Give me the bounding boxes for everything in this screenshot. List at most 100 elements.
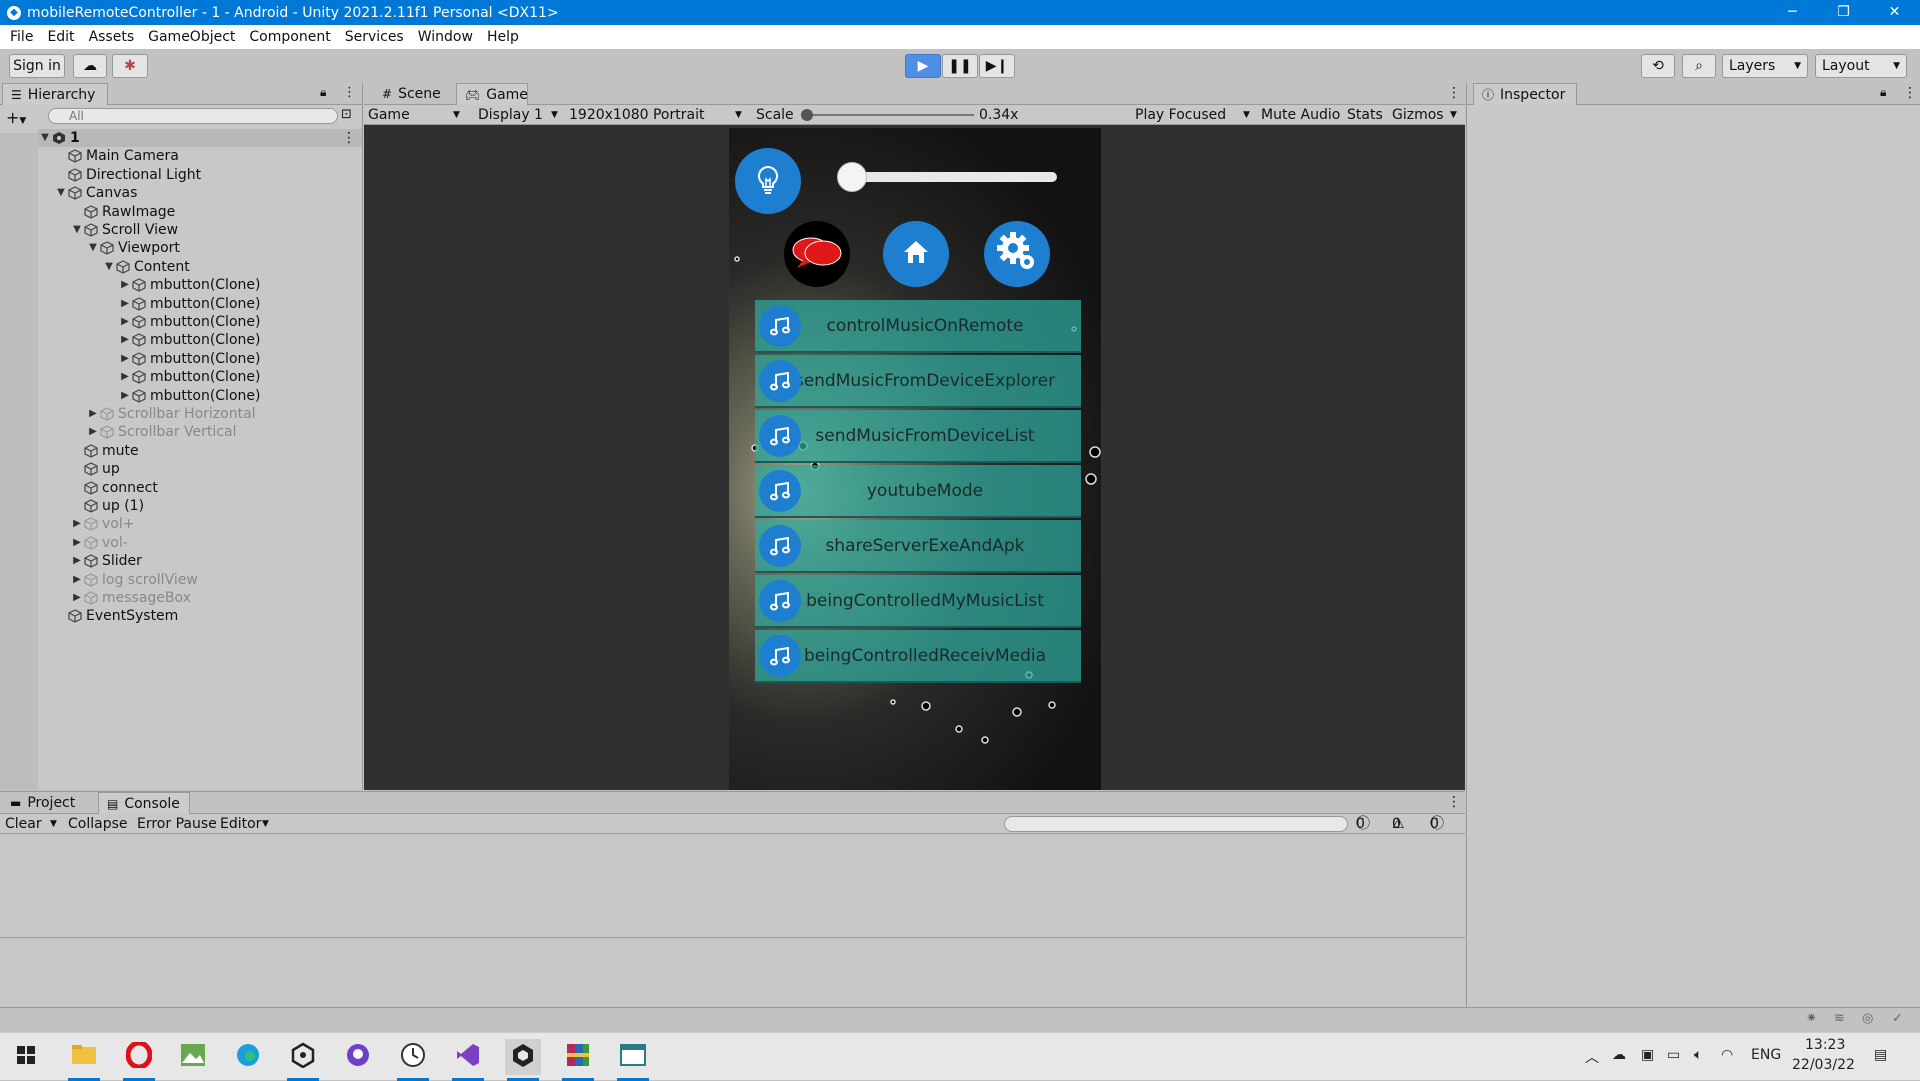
sign-in-button[interactable]: Sign in (9, 54, 65, 78)
resolution-dropdown[interactable]: 1920x1080 Portrait (569, 105, 704, 125)
bug-icon[interactable]: ✷ (1806, 1011, 1817, 1026)
hierarchy-item[interactable]: ▼ Canvas (54, 184, 358, 202)
hierarchy-item[interactable]: ▼ Content (102, 258, 358, 276)
hierarchy-item[interactable]: ▼ 1 ⋮ (38, 129, 362, 147)
tab-game[interactable]: 🎮︎ Game (456, 83, 528, 105)
search-button[interactable]: ⌕ (1682, 54, 1716, 78)
volume-slider-handle[interactable] (836, 162, 867, 192)
volume-icon[interactable]: 🔈︎ (1694, 1047, 1702, 1063)
expand-arrow-closed-icon[interactable]: ▶ (118, 350, 132, 368)
light-button[interactable] (735, 148, 801, 214)
language-indicator[interactable]: ENG (1751, 1047, 1781, 1063)
expand-arrow-closed-icon[interactable]: ▶ (70, 515, 84, 533)
expand-arrow-closed-icon[interactable]: ▶ (70, 571, 84, 589)
hierarchy-item[interactable]: ▶ mbutton(Clone) (118, 387, 358, 405)
hierarchy-item[interactable]: mute (70, 442, 358, 460)
gizmos-toggle[interactable]: Gizmos (1392, 105, 1444, 125)
target-icon[interactable]: ◎ (1862, 1011, 1873, 1026)
music-mode-button[interactable]: youtubeMode (755, 465, 1081, 518)
expand-arrow-closed-icon[interactable]: ▶ (70, 552, 84, 570)
hierarchy-item[interactable]: ▶ Slider (70, 552, 358, 570)
music-mode-button[interactable]: shareServerExeAndApk (755, 520, 1081, 573)
tab-scene[interactable]: # Scene (374, 83, 454, 105)
scale-slider-handle[interactable] (801, 109, 814, 121)
scale-slider[interactable] (801, 109, 974, 121)
more-options-icon[interactable]: ⋮ (1447, 794, 1461, 810)
hierarchy-item[interactable]: connect (70, 479, 358, 497)
expand-arrow-closed-icon[interactable]: ▶ (118, 331, 132, 349)
stack-icon[interactable]: ≋ (1834, 1011, 1845, 1026)
layers-dropdown[interactable]: Layers ▼ (1722, 54, 1808, 78)
menu-window[interactable]: Window (411, 29, 480, 45)
more-options-icon[interactable]: ⋮ (343, 85, 356, 100)
undo-history-button[interactable]: ⟲ (1641, 54, 1675, 78)
taskbar-file-explorer[interactable] (66, 1039, 102, 1081)
expand-arrow-closed-icon[interactable]: ▶ (118, 313, 132, 331)
hierarchy-item[interactable]: ▶ mbutton(Clone) (118, 313, 358, 331)
menu-help[interactable]: Help (480, 29, 526, 45)
expand-arrow-closed-icon[interactable]: ▶ (70, 534, 84, 552)
clock-date[interactable]: 22/03/22 (1792, 1057, 1855, 1073)
collab-button[interactable]: ✱ (112, 54, 148, 78)
collapse-toggle[interactable]: Collapse (68, 814, 128, 834)
hierarchy-item[interactable]: up (70, 460, 358, 478)
hierarchy-item[interactable]: EventSystem (54, 607, 358, 625)
taskbar-image-viewer[interactable] (175, 1039, 211, 1075)
expand-arrow-open-icon[interactable]: ▼ (86, 239, 100, 257)
pause-button[interactable]: ❚❚ (942, 54, 978, 78)
hierarchy-item[interactable]: ▶ mbutton(Clone) (118, 368, 358, 386)
expand-arrow-closed-icon[interactable]: ▶ (118, 368, 132, 386)
tab-project[interactable]: ▬ Project (2, 792, 98, 814)
lock-icon[interactable]: 🔒︎ (320, 85, 326, 100)
hierarchy-item[interactable]: ▶ mbutton(Clone) (118, 350, 358, 368)
hierarchy-search-input[interactable]: All (48, 108, 338, 124)
taskbar-visual-studio[interactable] (450, 1039, 486, 1081)
music-mode-button[interactable]: controlMusicOnRemote (755, 300, 1081, 353)
expand-arrow-open-icon[interactable]: ▼ (102, 258, 116, 276)
game-view-dropdown[interactable]: Game (368, 105, 410, 125)
chat-button[interactable] (784, 221, 850, 287)
hierarchy-item[interactable]: ▶ log scrollView (70, 571, 358, 589)
minimize-button[interactable]: ─ (1767, 0, 1818, 25)
tab-console[interactable]: ▤ Console (98, 792, 190, 814)
menu-gameobject[interactable]: GameObject (141, 29, 242, 45)
hierarchy-item[interactable]: ▶ mbutton(Clone) (118, 331, 358, 349)
hierarchy-item[interactable]: ▶ mbutton(Clone) (118, 276, 358, 294)
taskbar-unity-hub[interactable] (285, 1039, 321, 1081)
expand-arrow-closed-icon[interactable]: ▶ (118, 295, 132, 313)
battery-icon[interactable]: ▭ (1667, 1047, 1680, 1063)
search-filter-icon[interactable]: ⊡ (341, 107, 352, 122)
error-pause-toggle[interactable]: Error Pause (137, 814, 217, 834)
music-mode-button[interactable]: beingControlledReceivMedia (755, 630, 1081, 683)
home-button[interactable] (883, 221, 949, 287)
settings-button[interactable] (984, 221, 1050, 287)
more-options-icon[interactable]: ⋮ (1903, 85, 1917, 101)
close-button[interactable]: ✕ (1869, 0, 1920, 25)
expand-arrow-closed-icon[interactable]: ▶ (118, 276, 132, 294)
tab-inspector[interactable]: ⓘ Inspector (1473, 83, 1577, 105)
taskbar-unity-editor[interactable] (505, 1039, 541, 1081)
menu-edit[interactable]: Edit (40, 29, 81, 45)
hierarchy-item[interactable]: ▶ messageBox (70, 589, 358, 607)
hierarchy-item[interactable]: ▼ Scroll View (70, 221, 358, 239)
onedrive-icon[interactable]: ☁ (1612, 1047, 1626, 1063)
volume-slider[interactable] (836, 162, 1057, 192)
display-dropdown[interactable]: Display 1 (478, 105, 543, 125)
expand-arrow-open-icon[interactable]: ▼ (54, 184, 68, 202)
taskbar-edge[interactable] (230, 1039, 266, 1075)
expand-arrow-closed-icon[interactable]: ▶ (86, 405, 100, 423)
hierarchy-item[interactable]: Main Camera (54, 147, 358, 165)
step-button[interactable]: ▶❙ (979, 54, 1015, 78)
taskbar-winrar[interactable] (560, 1039, 596, 1081)
menu-services[interactable]: Services (338, 29, 411, 45)
expand-arrow-closed-icon[interactable]: ▶ (118, 387, 132, 405)
clear-button[interactable]: Clear (5, 814, 42, 834)
cloud-button[interactable]: ☁ (73, 54, 107, 78)
taskbar-clock-app[interactable] (395, 1039, 431, 1081)
hierarchy-item[interactable]: ▶ vol+ (70, 515, 358, 533)
hierarchy-item[interactable]: ▶ mbutton(Clone) (118, 295, 358, 313)
expand-arrow-closed-icon[interactable]: ▶ (86, 423, 100, 441)
taskbar-window-app[interactable] (615, 1039, 651, 1081)
expand-arrow-open-icon[interactable]: ▼ (38, 129, 52, 147)
lock-icon[interactable]: 🔒︎ (1880, 85, 1886, 100)
